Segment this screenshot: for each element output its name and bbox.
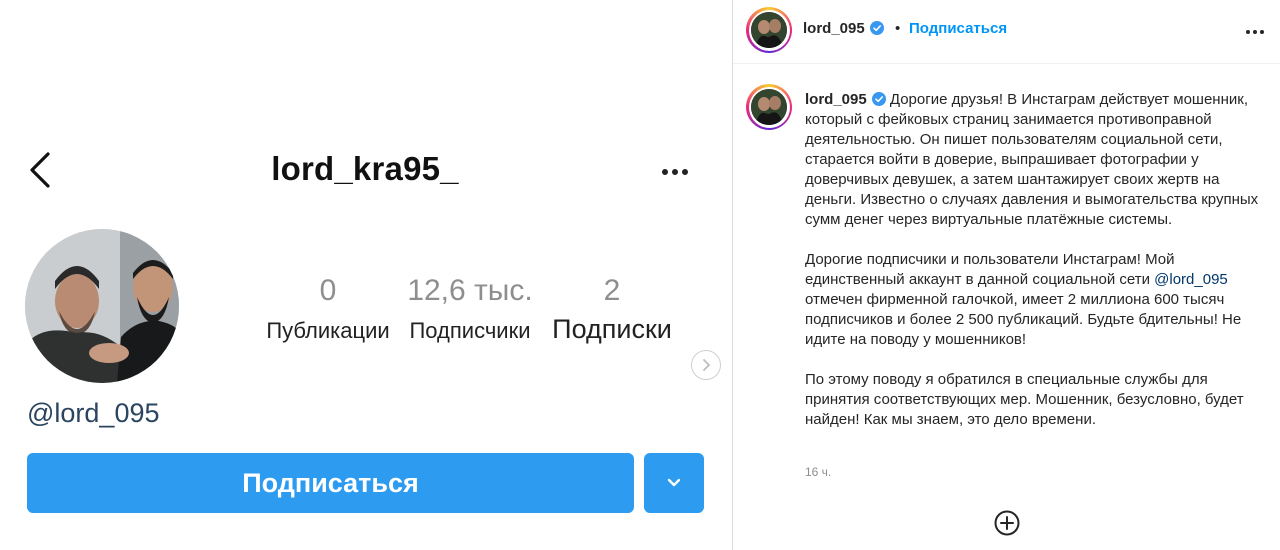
stat-followers-label: Подписчики xyxy=(409,318,531,343)
stat-following[interactable]: 2 Подписки xyxy=(544,274,680,345)
stat-posts[interactable]: 0 Публикации xyxy=(262,274,394,344)
caption-paragraph-2-start: Дорогие подписчики и пользователи Инстаг… xyxy=(805,251,1175,288)
header-separator: • xyxy=(895,20,901,37)
post-timestamp[interactable]: 16 ч. xyxy=(805,465,831,479)
profile-username: lord_kra95_ xyxy=(271,150,459,187)
stat-posts-label: Публикации xyxy=(266,318,390,343)
stat-followers-value: 12,6 тыс. xyxy=(407,274,533,307)
profile-screenshot: lord_kra95_ 0 Публикации 12,6 тыс. Подпи… xyxy=(0,0,732,550)
verified-badge-icon xyxy=(871,92,886,106)
verified-badge-icon xyxy=(869,21,884,35)
chevron-right-icon[interactable] xyxy=(691,350,721,380)
stat-posts-value: 0 xyxy=(319,274,337,307)
post-caption: lord_095 Дорогие друзья! В Инстаграм дей… xyxy=(805,90,1267,450)
caption-username[interactable]: lord_095 xyxy=(805,91,867,108)
more-options-icon[interactable] xyxy=(1241,24,1269,40)
caption-paragraph-1: Дорогие друзья! В Инстаграм действует мо… xyxy=(805,91,1259,228)
author-username[interactable]: lord_095 xyxy=(803,20,884,37)
more-options-icon[interactable] xyxy=(655,160,695,184)
stat-following-value: 2 xyxy=(603,274,621,307)
caption-paragraph-2-end: отмечен фирменной галочкой, имеет 2 милл… xyxy=(805,291,1242,348)
back-chevron-icon[interactable] xyxy=(26,150,56,190)
post-panel: lord_095 • Подписаться lord_095 Дорогие … xyxy=(733,0,1280,550)
add-comment-icon[interactable] xyxy=(993,509,1021,537)
author-avatar[interactable] xyxy=(746,7,792,53)
stat-following-label: Подписки xyxy=(552,314,672,344)
chevron-down-icon xyxy=(667,478,681,487)
profile-handle: @lord_095 xyxy=(27,398,160,428)
caption-author-avatar[interactable] xyxy=(746,84,792,130)
suggestions-dropdown-button[interactable] xyxy=(644,453,704,513)
stat-followers[interactable]: 12,6 тыс. Подписчики xyxy=(404,274,536,344)
caption-paragraph-3: По этому поводу я обратился в специальны… xyxy=(805,371,1244,428)
header-follow-button[interactable]: Подписаться xyxy=(909,20,1007,37)
profile-avatar[interactable] xyxy=(25,229,179,383)
author-username-text: lord_095 xyxy=(803,20,865,37)
follow-button[interactable]: Подписаться xyxy=(27,453,634,513)
mention-link[interactable]: @lord_095 xyxy=(1154,271,1228,288)
post-header: lord_095 • Подписаться xyxy=(733,0,1280,64)
